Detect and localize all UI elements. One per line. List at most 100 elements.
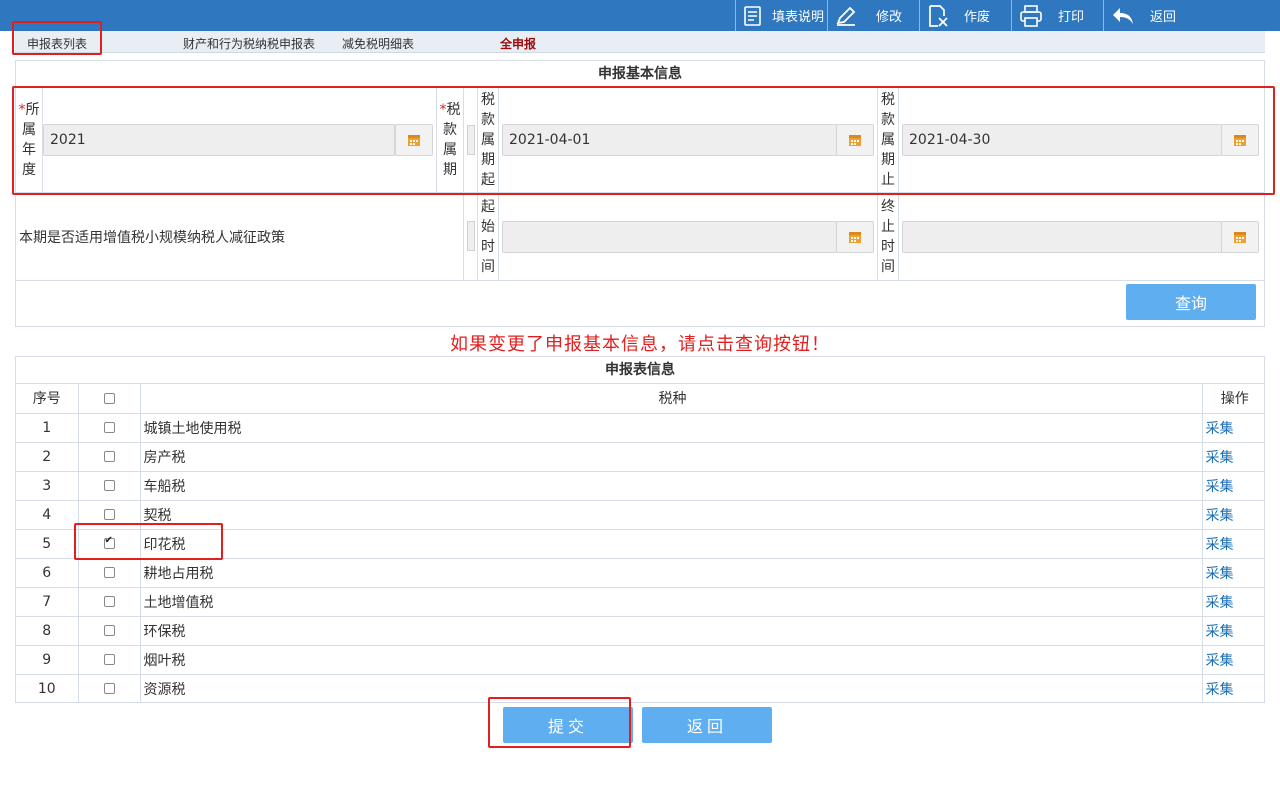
row-op-cell: 采集 [1202,645,1264,675]
header-op: 操作 [1202,384,1264,414]
policy-select[interactable] [467,221,475,251]
row-tax-name: 车船税 [140,471,1203,501]
row-no: 7 [16,587,79,617]
row-checkbox-cell [78,674,141,703]
table-row: 4 契税 采集 [16,500,1264,530]
row-no: 9 [16,645,79,675]
row-checkbox[interactable] [103,567,115,578]
policy-end-calendar-button[interactable] [1221,221,1259,253]
policy-select-cell [464,193,478,280]
fill-instructions-label: 填表说明 [772,10,825,25]
modify-button[interactable]: 修改 [827,0,919,31]
row-checkbox[interactable] [103,480,115,491]
void-button[interactable]: 作废 [919,0,1011,31]
year-calendar-button[interactable] [395,124,433,156]
row-checkbox[interactable] [103,683,115,695]
row-checkbox[interactable] [103,625,115,636]
row-op-cell: 采集 [1202,529,1264,559]
row-checkbox[interactable] [103,422,115,433]
policy-start-input[interactable] [502,221,837,253]
modify-label: 修改 [876,10,903,25]
row-tax-name: 房产税 [140,442,1203,472]
row-checkbox[interactable] [103,535,115,549]
pencil-icon [836,6,856,26]
table-row: 6 耕地占用税 采集 [16,558,1264,588]
row-op-cell: 采集 [1202,674,1264,703]
row-tax-name: 耕地占用税 [140,558,1203,588]
table-row: 5 印花税采集 [16,529,1264,559]
select-all-checkbox[interactable] [103,392,115,404]
back-toolbar-label: 返回 [1150,10,1177,25]
collect-link[interactable]: 采集 [1206,421,1234,437]
row-no: 5 [16,529,79,559]
query-button[interactable]: 查询 [1126,284,1256,320]
policy-start-calendar-button[interactable] [836,221,874,253]
row-tax-name: 契税 [140,500,1203,530]
top-toolbar: 填表说明 修改 作废 打印 返回 [0,0,1280,31]
row-checkbox-cell [78,558,141,588]
tab-bar: 申报表列表 财产和行为税纳税申报表 减免税明细表 全申报 [15,31,1265,53]
policy-end-cell [899,193,1264,280]
collect-link[interactable]: 采集 [1206,537,1234,553]
policy-end-input[interactable] [902,221,1222,253]
policy-end-label: 终 止 时 间 [878,193,899,280]
period-type-cell [464,88,478,192]
basic-info-title: 申报基本信息 [16,61,1264,88]
row-tax-name: 环保税 [140,616,1203,646]
fill-instructions-button[interactable]: 填表说明 [735,0,827,31]
year-input[interactable]: 2021 [43,124,395,156]
period-start-cell: 2021-04-01 [499,88,878,192]
tab-tax-reduction-detail[interactable]: 减免税明细表 [342,35,414,52]
period-end-calendar-button[interactable] [1221,124,1259,156]
delete-document-icon [929,4,948,27]
row-no: 8 [16,616,79,646]
period-start-input[interactable]: 2021-04-01 [502,124,837,156]
row-op-cell: 采集 [1202,616,1264,646]
document-icon [744,5,761,26]
period-end-label: 税 款 属 期 止 [878,88,899,192]
row-checkbox[interactable] [103,596,115,607]
row-checkbox[interactable] [103,451,115,462]
tab-declaration-list[interactable]: 申报表列表 [27,35,87,52]
collect-link[interactable]: 采集 [1206,624,1234,640]
period-type-select[interactable] [467,125,475,155]
calendar-icon [849,135,861,146]
collect-link[interactable]: 采集 [1206,479,1234,495]
period-end-input[interactable]: 2021-04-30 [902,124,1222,156]
tab-full-declaration[interactable]: 全申报 [500,35,536,52]
policy-start-cell [499,193,878,280]
print-button[interactable]: 打印 [1011,0,1103,31]
collect-link[interactable]: 采集 [1206,653,1234,669]
basic-info-panel: 申报基本信息 *所 属 年 度 2021 *税 款 属 期 税 款 属 期 起 … [15,60,1265,327]
header-tax: 税种 [140,384,1203,414]
printer-icon [1020,4,1042,27]
table-row: 9 烟叶税 采集 [16,645,1264,675]
table-header-row: 序号 税种 操作 [16,384,1264,414]
row-checkbox-cell [78,500,141,530]
calendar-icon [1234,135,1246,146]
table-row: 10 资源税 采集 [16,674,1264,703]
tab-property-behavior-tax-form[interactable]: 财产和行为税纳税申报表 [183,35,315,52]
row-no: 1 [16,413,79,443]
row-no: 2 [16,442,79,472]
row-op-cell: 采集 [1202,471,1264,501]
row-no: 6 [16,558,79,588]
collect-link[interactable]: 采集 [1206,508,1234,524]
submit-button[interactable]: 提交 [503,707,633,743]
collect-link[interactable]: 采集 [1206,450,1234,466]
row-tax-name: 烟叶税 [140,645,1203,675]
back-toolbar-button[interactable]: 返回 [1103,0,1195,31]
row-checkbox-cell [78,471,141,501]
row-tax-name: 城镇土地使用税 [140,413,1203,443]
back-button[interactable]: 返回 [642,707,772,743]
collect-link[interactable]: 采集 [1206,566,1234,582]
row-checkbox[interactable] [103,509,115,520]
policy-row: 本期是否适用增值税小规模纳税人减征政策 起 始 时 间 终 止 时 间 [16,193,1264,281]
tax-period-row: *所 属 年 度 2021 *税 款 属 期 税 款 属 期 起 2021-04… [16,88,1264,193]
row-op-cell: 采集 [1202,587,1264,617]
collect-link[interactable]: 采集 [1206,682,1234,698]
row-checkbox[interactable] [103,654,115,665]
collect-link[interactable]: 采集 [1206,595,1234,611]
tax-table: 序号 税种 操作 1城镇土地使用税采集2房产税采集3车船税采集4契税采集5印花税… [16,384,1264,703]
period-start-calendar-button[interactable] [836,124,874,156]
